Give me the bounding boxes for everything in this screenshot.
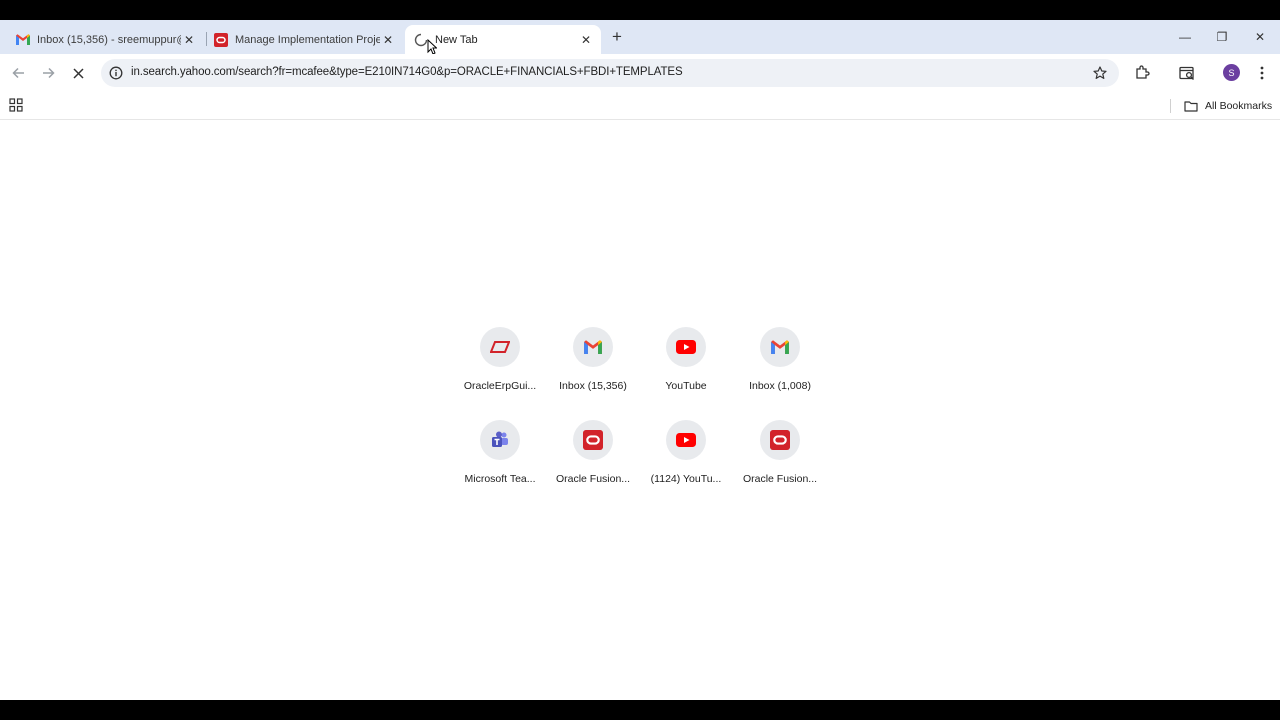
address-bar[interactable]: in.search.yahoo.com/search?fr=mcafee&typ… xyxy=(101,59,1119,87)
shortcut-icon-wrap xyxy=(760,420,800,460)
tab-title: New Tab xyxy=(435,33,478,46)
folder-icon xyxy=(1184,101,1198,112)
bookmark-star-icon[interactable] xyxy=(1091,64,1109,82)
youtube-icon xyxy=(676,340,696,354)
extensions-icon[interactable] xyxy=(1132,63,1152,83)
close-tab-icon[interactable]: ✕ xyxy=(181,32,197,48)
shortcut-icon-wrap xyxy=(480,420,520,460)
shortcut-label: Oracle Fusion... xyxy=(555,473,631,485)
oracle-parallelogram-icon xyxy=(490,341,510,353)
browser-toolbar: in.search.yahoo.com/search?fr=mcafee&typ… xyxy=(0,54,1280,92)
close-tab-icon[interactable]: ✕ xyxy=(380,32,396,48)
stop-icon xyxy=(72,67,84,79)
back-button[interactable] xyxy=(8,63,28,83)
shortcut-tile[interactable]: (1124) YouTu... xyxy=(641,420,731,500)
tab-search-icon[interactable] xyxy=(1177,63,1197,83)
loading-spinner-icon xyxy=(414,33,428,47)
shortcut-icon-wrap xyxy=(760,327,800,367)
bookmarks-separator xyxy=(1170,99,1171,113)
teams-icon xyxy=(492,431,508,447)
close-window-button[interactable]: ✕ xyxy=(1248,26,1272,48)
new-tab-button[interactable]: + xyxy=(608,27,626,46)
close-tab-icon[interactable]: ✕ xyxy=(578,32,594,48)
all-bookmarks-button[interactable]: All Bookmarks xyxy=(1184,97,1272,115)
youtube-icon xyxy=(676,433,696,447)
gmail-icon xyxy=(584,340,602,354)
shortcut-label: OracleErpGui... xyxy=(463,380,537,392)
menu-kebab-icon[interactable] xyxy=(1252,63,1272,83)
url-text[interactable]: in.search.yahoo.com/search?fr=mcafee&typ… xyxy=(131,66,683,78)
screen-letterbox-bottom xyxy=(0,700,1280,720)
bookmarks-bar: All Bookmarks xyxy=(0,92,1280,120)
shortcut-tile[interactable]: Inbox (1,008) xyxy=(735,327,825,407)
tab-title: Inbox (15,356) - sreemuppur@g xyxy=(37,33,181,46)
gmail-icon xyxy=(771,340,789,354)
shortcut-icon-wrap xyxy=(573,327,613,367)
tab-manage-implementation[interactable]: Manage Implementation Projec ✕ xyxy=(198,25,404,54)
mouse-cursor-icon xyxy=(427,39,437,55)
shortcut-label: (1124) YouTu... xyxy=(650,473,722,485)
arrow-left-icon xyxy=(11,67,24,79)
shortcut-label: Oracle Fusion... xyxy=(742,473,818,485)
gmail-icon xyxy=(16,33,30,47)
shortcut-label: Microsoft Tea... xyxy=(464,473,536,485)
shortcut-icon-wrap xyxy=(573,420,613,460)
shortcut-label: Inbox (15,356) xyxy=(559,380,627,392)
oracle-icon xyxy=(770,430,790,450)
minimize-button[interactable]: — xyxy=(1173,26,1197,48)
apps-grid-icon[interactable] xyxy=(9,98,23,112)
browser-window: Inbox (15,356) - sreemuppur@g ✕ Manage I… xyxy=(0,20,1280,700)
tab-strip: Inbox (15,356) - sreemuppur@g ✕ Manage I… xyxy=(0,20,1280,55)
shortcut-icon-wrap xyxy=(480,327,520,367)
all-bookmarks-label: All Bookmarks xyxy=(1205,100,1273,112)
arrow-right-icon xyxy=(42,67,55,79)
site-info-icon[interactable] xyxy=(109,66,123,80)
shortcut-tile[interactable]: YouTube xyxy=(641,327,731,407)
stop-loading-button[interactable] xyxy=(68,63,88,83)
oracle-icon xyxy=(214,32,228,47)
shortcut-tile[interactable]: Oracle Fusion... xyxy=(548,420,638,500)
profile-avatar[interactable]: S xyxy=(1223,64,1240,81)
shortcut-tile[interactable]: OracleErpGui... xyxy=(455,327,545,407)
restore-button[interactable]: ❐ xyxy=(1210,26,1234,48)
shortcut-tile[interactable]: Microsoft Tea... xyxy=(455,420,545,500)
shortcut-label: Inbox (1,008) xyxy=(749,380,811,392)
shortcut-icon-wrap xyxy=(666,327,706,367)
shortcut-tile[interactable]: Oracle Fusion... xyxy=(735,420,825,500)
shortcut-tile[interactable]: Inbox (15,356) xyxy=(548,327,638,407)
oracle-icon xyxy=(583,430,603,450)
tab-gmail-inbox[interactable]: Inbox (15,356) - sreemuppur@g ✕ xyxy=(0,25,205,54)
shortcut-label: YouTube xyxy=(665,380,707,392)
tab-title: Manage Implementation Projec xyxy=(235,33,380,46)
shortcut-icon-wrap xyxy=(666,420,706,460)
forward-button[interactable] xyxy=(38,63,58,83)
